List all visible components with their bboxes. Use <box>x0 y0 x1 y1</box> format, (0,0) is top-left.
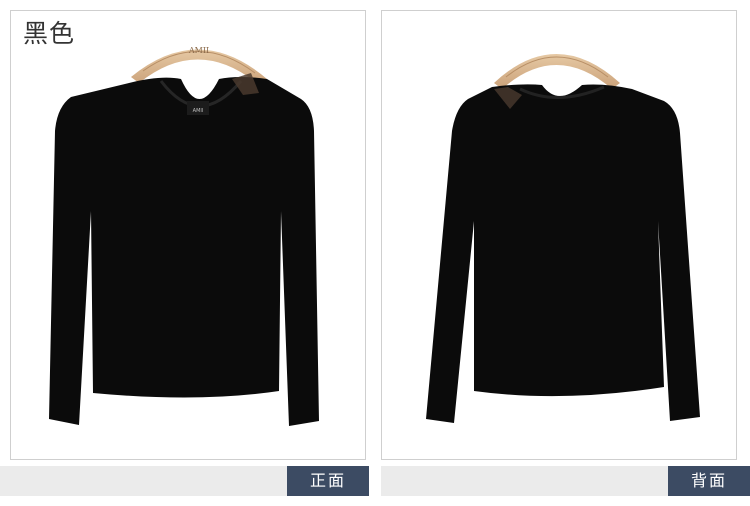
back-shirt-photo <box>426 54 700 423</box>
hanger-brand-front: AMII <box>188 46 209 55</box>
color-label: 黑色 <box>23 19 76 48</box>
black-shirt-front <box>49 73 319 426</box>
hanger-back <box>494 54 620 89</box>
front-view-panel: AMII AMII 黑色 <box>10 10 366 460</box>
back-view-tag: 背面 <box>668 466 750 496</box>
front-shirt-photo: AMII AMII <box>49 46 319 426</box>
front-view-tag: 正面 <box>287 466 369 496</box>
neck-label-front: AMII <box>193 108 204 114</box>
black-shirt-back <box>426 84 700 423</box>
back-view-panel <box>381 10 737 460</box>
